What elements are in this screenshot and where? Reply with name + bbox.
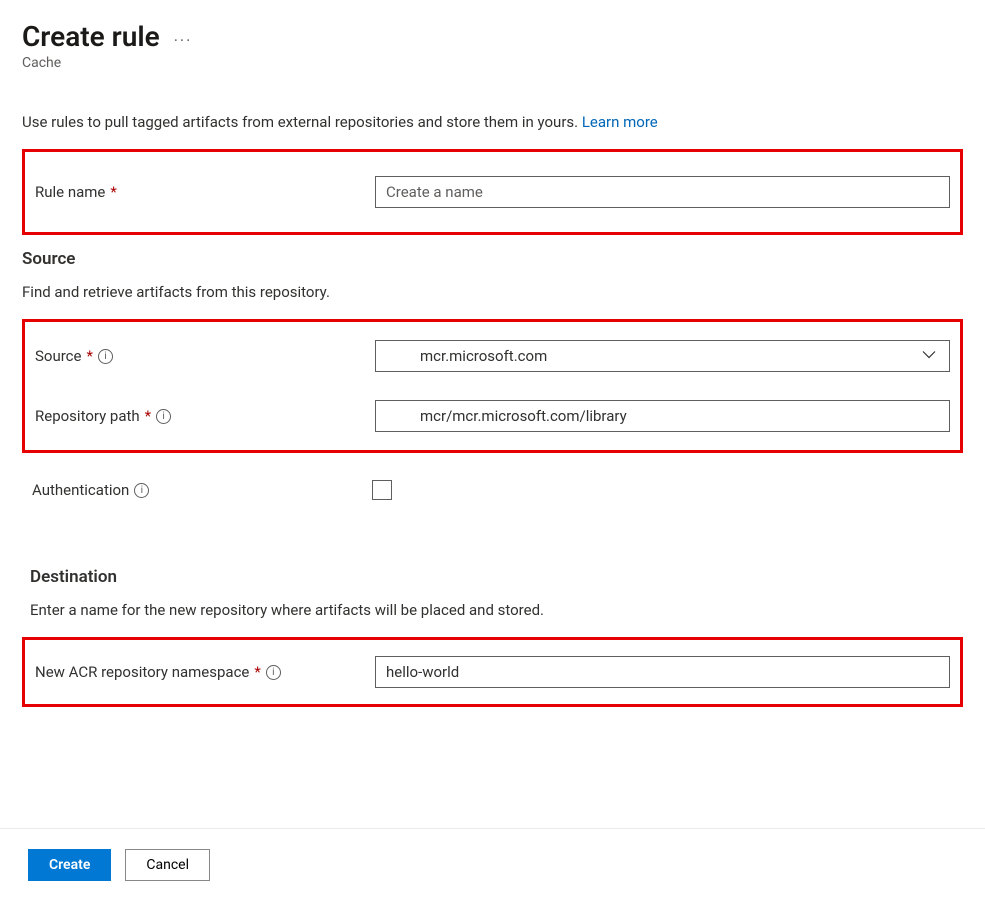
repo-path-input[interactable] [375, 400, 950, 432]
rule-name-highlight: Rule name * [22, 149, 963, 235]
create-button[interactable]: Create [28, 849, 111, 881]
footer: Create Cancel [0, 828, 985, 903]
repo-path-label: Repository path * i [35, 407, 375, 425]
required-asterisk: * [145, 407, 151, 425]
namespace-label-text: New ACR repository namespace [35, 663, 249, 681]
page-title: Create rule [22, 20, 160, 53]
info-icon[interactable]: i [156, 409, 171, 424]
intro-body: Use rules to pull tagged artifacts from … [22, 113, 582, 131]
namespace-input[interactable] [375, 656, 950, 688]
cancel-button[interactable]: Cancel [125, 849, 210, 881]
destination-highlight: New ACR repository namespace * i [22, 637, 963, 707]
source-desc: Find and retrieve artifacts from this re… [22, 283, 963, 301]
source-highlight: Source * i Repository path * i [22, 319, 963, 453]
required-asterisk: * [110, 183, 116, 201]
destination-heading: Destination [30, 567, 963, 587]
required-asterisk: * [254, 663, 260, 681]
rule-name-label-text: Rule name [35, 183, 105, 201]
source-select[interactable] [375, 340, 950, 372]
destination-desc: Enter a name for the new repository wher… [30, 601, 963, 619]
learn-more-link[interactable]: Learn more [582, 113, 658, 131]
info-icon[interactable]: i [134, 483, 149, 498]
auth-label: Authentication i [32, 481, 372, 499]
auth-checkbox[interactable] [372, 480, 392, 500]
more-actions-icon[interactable]: ··· [174, 23, 193, 50]
rule-name-label: Rule name * [35, 183, 375, 201]
auth-label-text: Authentication [32, 481, 129, 499]
source-label-text: Source [35, 347, 81, 365]
rule-name-input[interactable] [375, 176, 950, 208]
intro-text: Use rules to pull tagged artifacts from … [22, 113, 963, 131]
source-heading: Source [22, 249, 963, 269]
source-label: Source * i [35, 347, 375, 365]
required-asterisk: * [86, 347, 92, 365]
info-icon[interactable]: i [98, 349, 113, 364]
repo-path-label-text: Repository path [35, 407, 140, 425]
info-icon[interactable]: i [266, 665, 281, 680]
namespace-label: New ACR repository namespace * i [35, 663, 375, 681]
page-subtitle: Cache [22, 55, 963, 71]
